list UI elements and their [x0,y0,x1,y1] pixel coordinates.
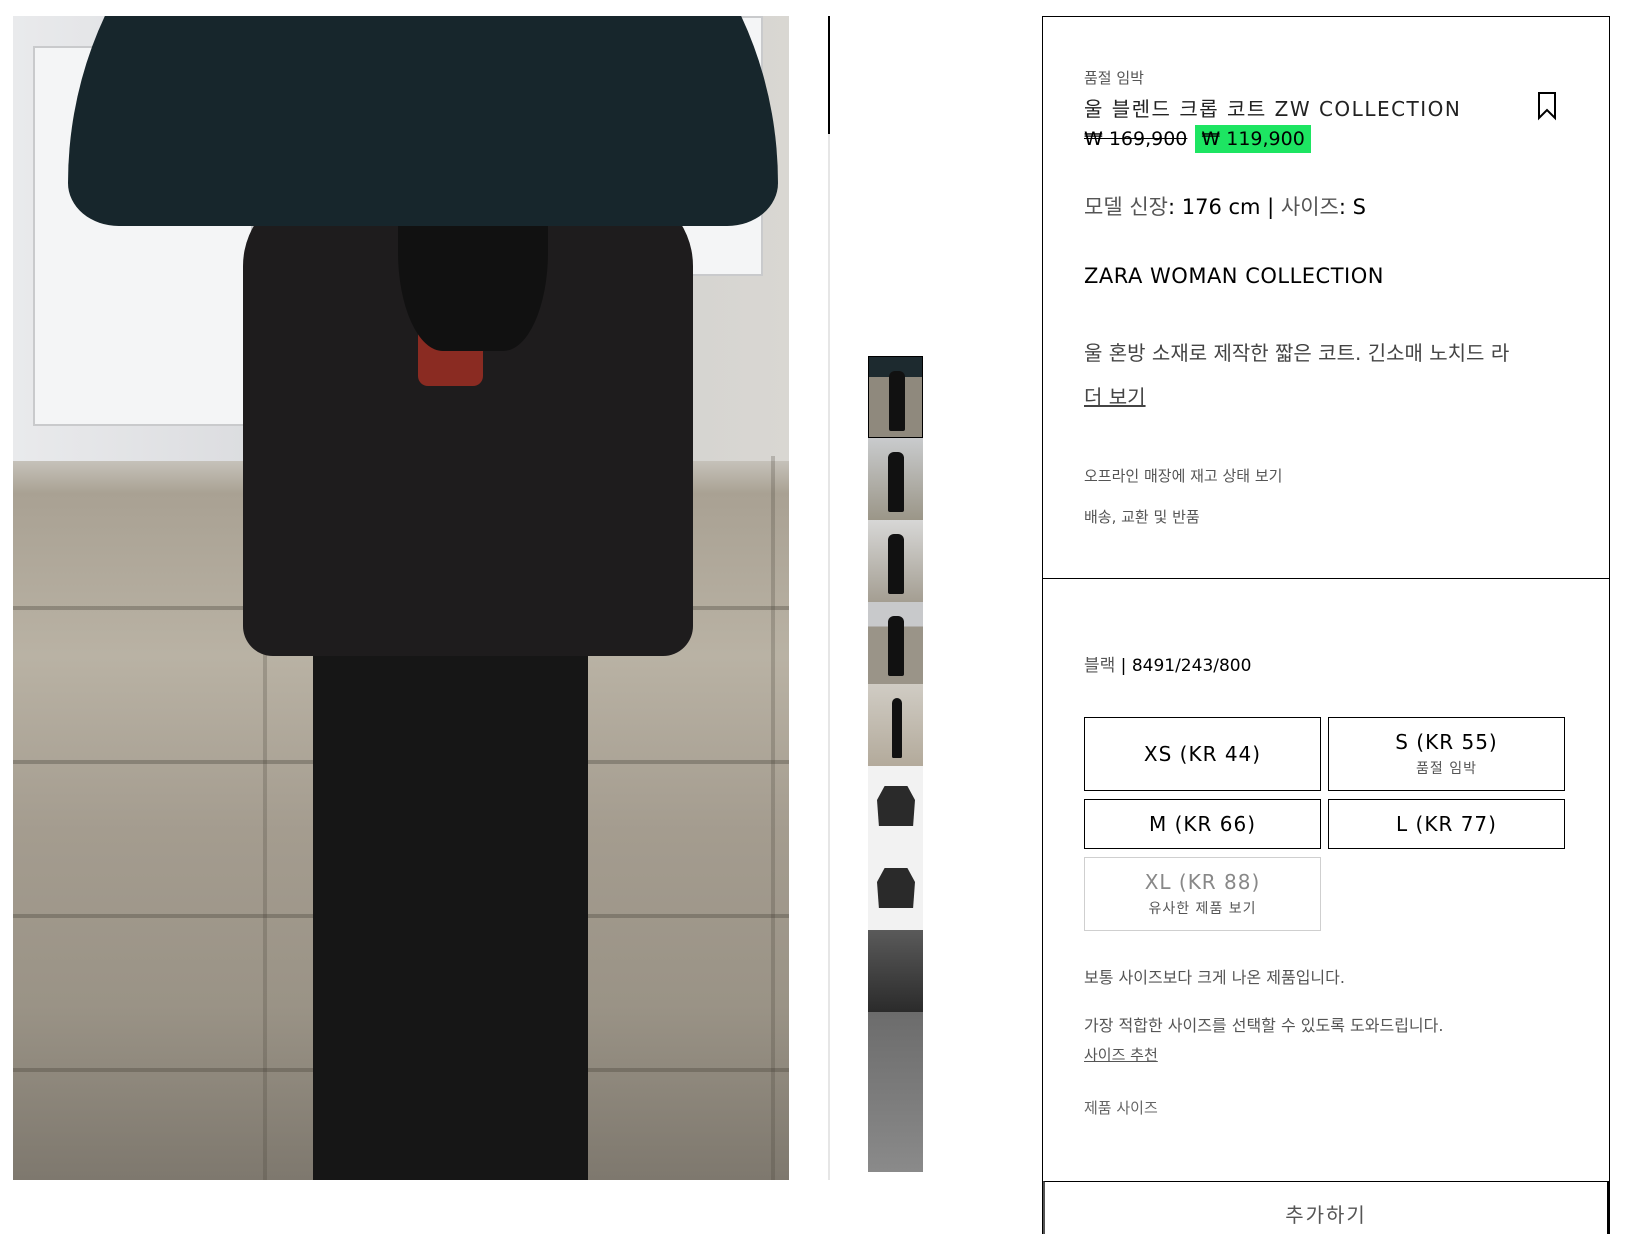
product-panel: 품절 임박 울 블렌드 크롭 코트 ZW COLLECTION ₩ 169,90… [1042,16,1610,1234]
model-height-label: 모델 신장 [1084,195,1168,219]
thumbnail-8[interactable] [868,930,923,1012]
original-price: ₩ 169,900 [1084,128,1188,150]
product-description: 울 혼방 소재로 제작한 짧은 코트. 긴소매 노치드 라 [1084,341,1510,365]
size-selection-section: 블랙 | 8491/243/800 XS (KR 44) S (KR 55) 품… [1043,579,1609,1197]
image-scroll-thumb[interactable] [828,16,830,134]
fit-note: 보통 사이즈보다 크게 나온 제품입니다. [1084,968,1345,987]
more-link[interactable]: 더 보기 [1084,381,1146,410]
size-button-xs[interactable]: XS (KR 44) [1084,717,1321,791]
thumbnail-figure [892,698,902,758]
size-label: M (KR 66) [1148,812,1257,836]
price-row: ₩ 169,900 ₩ 119,900 [1084,125,1311,153]
stock-status: 품절 임박 [1084,69,1144,87]
model-pants [313,616,588,1180]
sale-price: ₩ 119,900 [1195,125,1311,153]
thumbnail-9[interactable] [868,1012,923,1172]
thumbnail-figure [888,616,904,676]
size-button-l[interactable]: L (KR 77) [1328,799,1565,849]
thumbnail-figure [888,534,904,594]
similar-products-link: 유사한 제품 보기 [1148,901,1257,917]
model-size-value: : S [1338,195,1366,219]
thumbnail-coat [877,868,915,908]
product-info-section: 품절 임박 울 블렌드 크롭 코트 ZW COLLECTION ₩ 169,90… [1043,17,1609,579]
collection-name: ZARA WOMAN COLLECTION [1084,264,1384,288]
image-scroll-track[interactable] [828,16,830,1180]
product-sizes-link[interactable]: 제품 사이즈 [1084,1097,1158,1118]
thumbnail-7[interactable] [868,848,923,930]
color-name: 블랙 [1084,656,1116,676]
model-height-value: : 176 cm | [1167,195,1281,219]
main-product-image[interactable] [13,16,789,1180]
model-size-label: 사이즈 [1280,195,1339,219]
size-button-m[interactable]: M (KR 66) [1084,799,1321,849]
size-label: S (KR 55) [1395,730,1498,754]
store-stock-link[interactable]: 오프라인 매장에 재고 상태 보기 [1084,465,1282,486]
thumbnail-4[interactable] [868,602,923,684]
thumbnail-6[interactable] [868,766,923,848]
umbrella [68,16,778,226]
size-recommendation-link[interactable]: 사이즈 추천 [1084,1044,1158,1065]
thumbnail-figure [889,371,905,431]
color-reference: 블랙 | 8491/243/800 [1084,651,1251,676]
reference-code: | 8491/243/800 [1115,656,1252,676]
size-label: XS (KR 44) [1143,742,1262,766]
add-to-cart-button[interactable]: 추가하기 [1043,1181,1609,1234]
bookmark-icon[interactable] [1537,91,1563,121]
thumbnail-2[interactable] [868,438,923,520]
product-title: 울 블렌드 크롭 코트 ZW COLLECTION [1084,97,1462,121]
thumbnail-coat [877,786,915,826]
size-button-s[interactable]: S (KR 55) 품절 임박 [1328,717,1565,791]
thumbnail-strip [868,356,923,1180]
size-label: L (KR 77) [1396,812,1497,836]
model-info: 모델 신장: 176 cm | 사이즈: S [1084,191,1366,221]
size-low-stock-note: 품절 임박 [1416,761,1477,777]
shipping-returns-link[interactable]: 배송, 교환 및 반품 [1084,506,1200,527]
size-button-xl[interactable]: XL (KR 88) 유사한 제품 보기 [1084,857,1321,931]
thumbnail-figure [888,452,904,512]
thumbnail-1-selected[interactable] [868,356,923,438]
size-help-text: 가장 적합한 사이즈를 선택할 수 있도록 도와드립니다. [1084,1016,1444,1035]
thumbnail-3[interactable] [868,520,923,602]
size-label: XL (KR 88) [1144,870,1261,894]
thumbnail-5[interactable] [868,684,923,766]
